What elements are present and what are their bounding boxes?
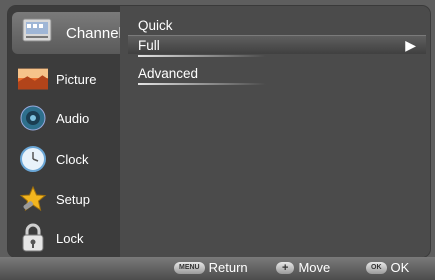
move-hint[interactable]: + Move (276, 260, 330, 275)
setup-icon (18, 186, 48, 212)
audio-icon (18, 105, 48, 131)
sidebar-item-label: Clock (56, 152, 89, 167)
picture-icon (18, 66, 48, 92)
menu-item-label: Quick (138, 18, 173, 33)
sidebar-item-channel[interactable]: Channel (12, 12, 124, 54)
move-key-icon: + (276, 261, 295, 274)
lock-icon (18, 223, 48, 252)
clock-icon (18, 146, 48, 172)
menu-item-advanced[interactable]: Advanced (128, 64, 426, 85)
return-label: Return (208, 260, 248, 275)
sidebar-item-label: Channel (66, 25, 122, 42)
menu-item-label: Full (138, 38, 160, 53)
menu-item-full[interactable]: Full ▶ (128, 35, 426, 57)
sidebar-item-picture[interactable]: Picture (8, 61, 120, 99)
sidebar-item-lock[interactable]: Lock (8, 220, 120, 257)
arrow-right-icon: ▶ (405, 37, 416, 53)
sidebar-item-label: Lock (56, 231, 84, 246)
return-hint[interactable]: MENU Return (174, 260, 248, 275)
divider (138, 83, 266, 85)
ok-hint[interactable]: OK OK (366, 260, 409, 275)
menu-item-label: Advanced (138, 66, 199, 81)
sidebar-item-setup[interactable]: Setup (8, 181, 120, 219)
ok-key-icon: OK (366, 261, 387, 274)
ok-label: OK (390, 260, 410, 275)
tv-menu-frame: Channel Picture Audio Clock Setup Lock Q… (8, 6, 430, 257)
move-label: Move (298, 260, 331, 275)
main-panel: Quick Full ▶ Advanced (120, 6, 430, 257)
sidebar-item-audio[interactable]: Audio (8, 100, 120, 138)
sidebar-item-label: Setup (56, 192, 90, 207)
sidebar-item-label: Audio (56, 111, 90, 126)
sidebar-item-clock[interactable]: Clock (8, 141, 120, 179)
footer-hint-bar: MENU Return + Move OK OK (0, 257, 435, 280)
divider (138, 55, 266, 57)
sidebar-item-label: Picture (56, 72, 97, 87)
channel-icon (22, 17, 52, 43)
sidebar: Channel Picture Audio Clock Setup Lock (8, 6, 124, 257)
menu-key-icon: MENU (174, 261, 205, 274)
menu-item-quick[interactable]: Quick (128, 16, 426, 37)
